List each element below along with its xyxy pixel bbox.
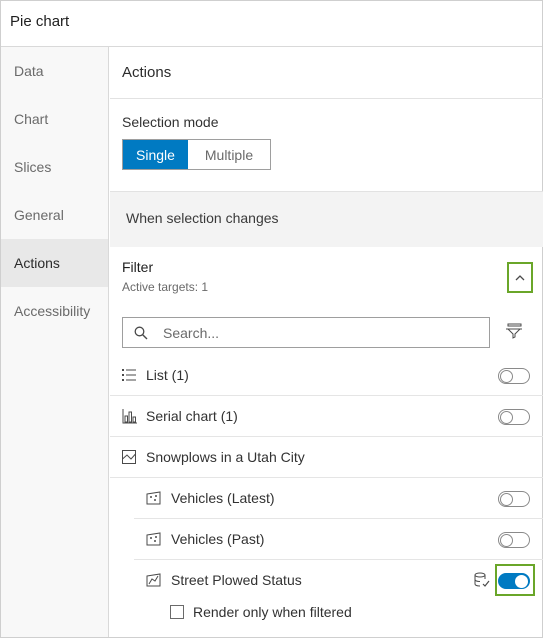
target-row-map: Snowplows in a Utah City bbox=[110, 437, 543, 478]
active-targets-count: Active targets: 1 bbox=[122, 280, 209, 294]
section-header: Actions bbox=[110, 47, 543, 99]
vehicles-past-filter-toggle[interactable] bbox=[498, 532, 530, 548]
panel-title: Pie chart bbox=[10, 13, 70, 30]
toggle-highlight bbox=[495, 564, 535, 596]
target-label: Serial chart (1) bbox=[146, 408, 238, 424]
selection-mode-control: Single Multiple bbox=[122, 139, 271, 170]
panel-header: Pie chart bbox=[1, 1, 542, 47]
render-only-when-filtered-checkbox[interactable] bbox=[170, 605, 184, 619]
search-placeholder: Search... bbox=[163, 325, 220, 341]
actions-panel: Actions Selection mode Single Multiple W… bbox=[110, 47, 543, 637]
sidebar-item-general[interactable]: General bbox=[1, 191, 108, 239]
list-icon bbox=[122, 369, 136, 381]
map-icon bbox=[122, 450, 136, 464]
target-row-list: List (1) bbox=[110, 355, 543, 396]
sidebar-item-accessibility[interactable]: Accessibility bbox=[1, 287, 108, 335]
list-filter-toggle[interactable] bbox=[498, 368, 530, 384]
target-label: Vehicles (Latest) bbox=[171, 490, 275, 506]
sidebar-item-data[interactable]: Data bbox=[1, 47, 108, 95]
sidebar-item-slices[interactable]: Slices bbox=[1, 143, 108, 191]
section-title: Actions bbox=[122, 64, 172, 81]
target-row-vehicles-latest: Vehicles (Latest) bbox=[134, 478, 543, 519]
when-selection-changes-header: When selection changes bbox=[110, 191, 543, 247]
collapse-filter-button[interactable] bbox=[507, 262, 533, 293]
vehicles-latest-filter-toggle[interactable] bbox=[498, 491, 530, 507]
database-check-icon bbox=[474, 572, 490, 587]
target-row-serial-chart: Serial chart (1) bbox=[110, 396, 543, 437]
single-mode-button[interactable]: Single bbox=[123, 140, 188, 169]
sidebar-item-chart[interactable]: Chart bbox=[1, 95, 108, 143]
render-only-when-filtered-label: Render only when filtered bbox=[193, 604, 352, 620]
target-row-vehicles-past: Vehicles (Past) bbox=[134, 519, 543, 560]
line-layer-icon bbox=[146, 573, 161, 587]
target-search-input[interactable]: Search... bbox=[122, 317, 490, 348]
map-group-label: Snowplows in a Utah City bbox=[146, 449, 305, 465]
serial-chart-icon bbox=[122, 409, 137, 424]
filter-title: Filter bbox=[122, 259, 154, 275]
chevron-up-icon bbox=[515, 274, 525, 280]
search-icon bbox=[134, 326, 148, 340]
target-label: Vehicles (Past) bbox=[171, 531, 265, 547]
target-row-street-plowed-status: Street Plowed Status bbox=[134, 560, 543, 601]
settings-sidebar: Data Chart Slices General Actions Access… bbox=[1, 47, 109, 637]
point-layer-icon bbox=[146, 491, 161, 505]
filter-options-icon[interactable] bbox=[505, 323, 523, 339]
serial-chart-filter-toggle[interactable] bbox=[498, 409, 530, 425]
target-label: Street Plowed Status bbox=[171, 572, 302, 588]
when-selection-changes-label: When selection changes bbox=[126, 210, 279, 226]
point-layer-icon bbox=[146, 532, 161, 546]
pie-chart-settings-panel: Pie chart Data Chart Slices General Acti… bbox=[0, 0, 543, 638]
multiple-mode-button[interactable]: Multiple bbox=[188, 140, 270, 169]
target-label: List (1) bbox=[146, 367, 189, 383]
sidebar-item-actions[interactable]: Actions bbox=[1, 239, 108, 287]
selection-mode-label: Selection mode bbox=[122, 114, 219, 130]
